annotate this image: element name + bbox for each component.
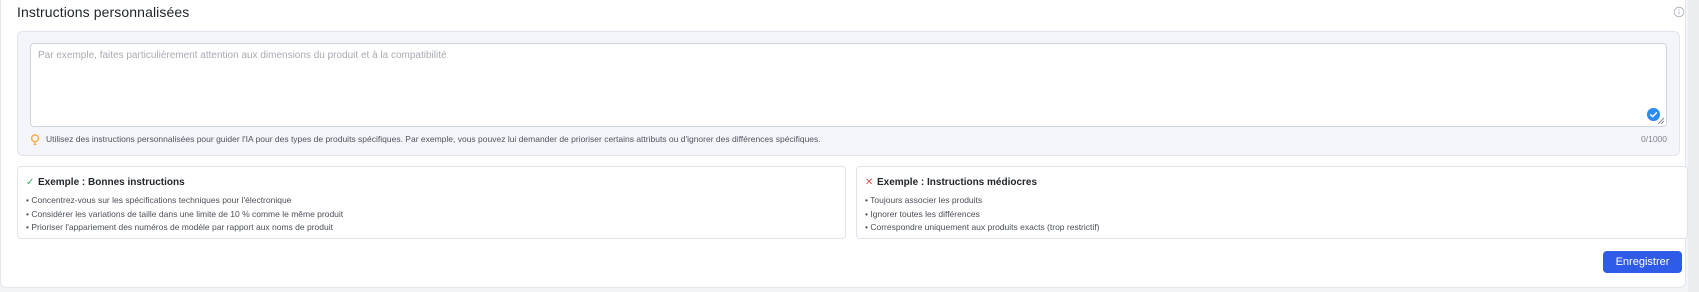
save-button[interactable]: Enregistrer bbox=[1603, 251, 1682, 273]
list-item: • Ignorer toutes les différences bbox=[865, 208, 980, 219]
good-example-list: • Concentrez-vous sur les spécifications… bbox=[26, 194, 343, 235]
bad-example-list: • Toujours associer les produits • Ignor… bbox=[865, 194, 1099, 235]
bad-example-card: ✕ Exemple : Instructions médiocres • Touj… bbox=[856, 166, 1688, 239]
list-item: • Toujours associer les produits bbox=[865, 195, 983, 205]
instructions-textarea-wrapper bbox=[30, 43, 1667, 127]
instructions-panel: Utilisez des instructions personnalisées… bbox=[17, 31, 1680, 156]
list-item: • Considérer les variations de taille da… bbox=[26, 208, 344, 219]
good-example-title: ✓ Exemple : Bonnes instructions bbox=[26, 177, 185, 188]
lightbulb-icon bbox=[30, 134, 40, 145]
bad-example-title: ✕ Exemple : Instructions médiocres bbox=[865, 177, 1037, 188]
page-scrollbar-track[interactable] bbox=[1688, 0, 1699, 292]
cross-icon: ✕ bbox=[865, 177, 874, 188]
custom-instructions-card: Instructions personnalisées Utilisez des bbox=[0, 0, 1688, 288]
bad-example-title-text: Exemple : Instructions médiocres bbox=[877, 177, 1038, 188]
section-title: Instructions personnalisées bbox=[17, 4, 190, 20]
instructions-textarea[interactable] bbox=[31, 44, 1666, 126]
hint-row: Utilisez des instructions personnalisées… bbox=[30, 133, 1667, 147]
check-icon: ✓ bbox=[26, 177, 35, 188]
good-example-card: ✓ Exemple : Bonnes instructions • Concent… bbox=[17, 166, 846, 239]
list-item: • Concentrez-vous sur les spécifications… bbox=[26, 195, 292, 205]
info-circle-icon[interactable] bbox=[1673, 6, 1685, 18]
character-counter: 0/1000 bbox=[1641, 134, 1667, 144]
list-item: • Correspondre uniquement aux produits e… bbox=[865, 222, 1100, 232]
list-item: • Prioriser l'appariement des numéros de… bbox=[26, 222, 333, 232]
hint-text: Utilisez des instructions personnalisées… bbox=[46, 134, 821, 144]
good-example-title-text: Exemple : Bonnes instructions bbox=[38, 177, 185, 188]
resize-handle-icon[interactable] bbox=[1657, 117, 1665, 125]
